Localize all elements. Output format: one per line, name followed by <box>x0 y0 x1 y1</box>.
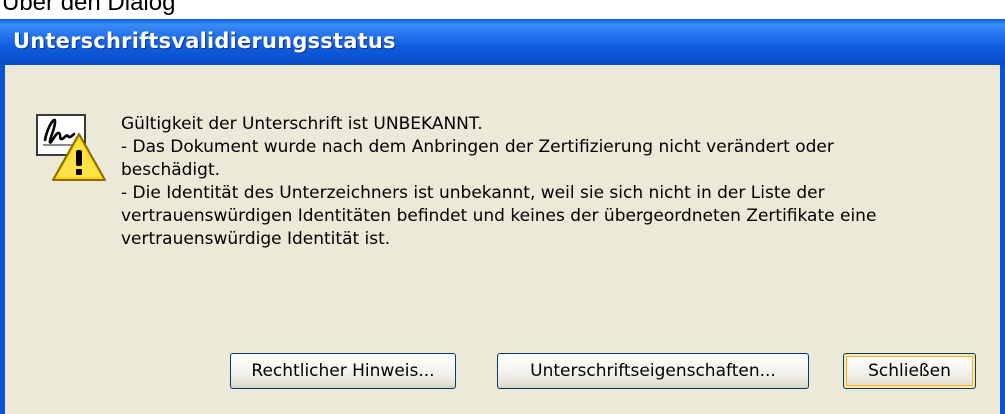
legal-notice-button[interactable]: Rechtlicher Hinweis... <box>230 353 456 389</box>
close-button[interactable]: Schließen <box>843 353 976 389</box>
message-line: vertrauenswürdigen Identitäten befindet … <box>121 206 877 226</box>
message-line: beschädigt. <box>121 160 221 180</box>
status-message: Gültigkeit der Unterschrift ist UNBEKANN… <box>121 113 971 251</box>
dialog-titlebar[interactable]: Unterschriftsvalidierungsstatus <box>0 19 1005 65</box>
message-line: - Die Identität des Unterzeichners ist u… <box>121 183 825 203</box>
signature-properties-button[interactable]: Unterschriftseigenschaften... <box>497 353 809 389</box>
page-heading: Über den Dialog <box>2 0 176 16</box>
message-line: Gültigkeit der Unterschrift ist UNBEKANN… <box>121 114 483 134</box>
message-line: - Das Dokument wurde nach dem Anbringen … <box>121 137 834 157</box>
message-line: vertrauenswürdige Identität ist. <box>121 229 391 249</box>
signature-warning-icon <box>36 114 106 181</box>
dialog-title: Unterschriftsvalidierungsstatus <box>13 29 396 53</box>
